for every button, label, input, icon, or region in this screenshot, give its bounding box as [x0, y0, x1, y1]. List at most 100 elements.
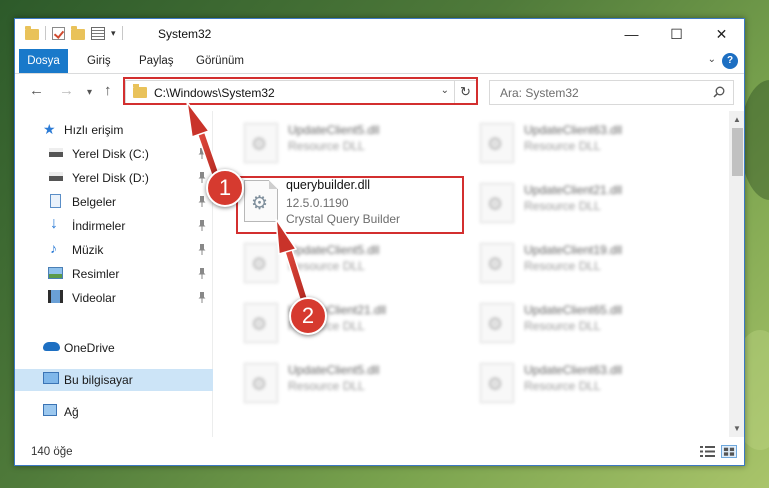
file-name: UpdateClient5.dll: [288, 243, 380, 257]
file-description: Resource DLL: [524, 379, 601, 393]
scroll-down-icon[interactable]: ▼: [733, 424, 741, 433]
address-dropdown-icon[interactable]: ⌄: [441, 85, 449, 96]
arrow-left-icon[interactable]: ←: [29, 83, 44, 99]
minimize-button[interactable]: —: [609, 19, 654, 49]
pin-icon: [198, 268, 206, 279]
file-description: Resource DLL: [288, 379, 365, 393]
customize-toolbar-icon[interactable]: ▾: [111, 28, 116, 39]
search-input[interactable]: Ara: System32: [500, 86, 579, 100]
dll-file-icon: [480, 363, 514, 403]
sidebar-item-label: İndirmeler: [72, 219, 126, 233]
sidebar-item-label: Hızlı erişim: [64, 123, 124, 137]
sidebar-item-this-pc[interactable]: Bu bilgisayar: [15, 369, 213, 391]
expand-ribbon-icon[interactable]: ⌄: [708, 54, 716, 65]
file-name: UpdateClient63.dll: [524, 123, 623, 137]
tab-home[interactable]: Giriş: [77, 49, 121, 73]
sidebar-item-label: Müzik: [72, 243, 104, 257]
sidebar-item-label: OneDrive: [64, 341, 115, 355]
close-button[interactable]: ✕: [699, 19, 744, 49]
sidebar-item-onedrive[interactable]: OneDrive: [15, 337, 213, 359]
item-count: 140 öğe: [31, 446, 73, 458]
scrollbar-thumb[interactable]: [732, 128, 743, 176]
file-name: UpdateClient5.dll: [288, 363, 380, 377]
sidebar-item-local-disk-c[interactable]: Yerel Disk (C:): [15, 143, 213, 165]
list-item[interactable]: UpdateClient19.dll Resource DLL: [480, 241, 710, 293]
sidebar-item-quick-access[interactable]: ★ Hızlı erişim: [15, 119, 213, 141]
vertical-scrollbar[interactable]: ▲ ▼: [729, 111, 744, 437]
file-name: querybuilder.dll: [286, 178, 371, 192]
sidebar-item-label: Yerel Disk (D:): [72, 171, 149, 185]
address-path[interactable]: C:\Windows\System32: [154, 86, 275, 100]
window-controls: — ☐ ✕: [609, 19, 744, 49]
ribbon: Dosya Giriş Paylaş Görünüm ⌄ ?: [15, 49, 744, 74]
file-description: Resource DLL: [524, 199, 601, 213]
address-bar[interactable]: C:\Windows\System32 ⌄ ↻: [125, 80, 477, 105]
properties-icon[interactable]: [91, 26, 105, 40]
highlighted-file-item[interactable]: ⚙ querybuilder.dll 12.5.0.1190 Crystal Q…: [236, 178, 462, 232]
quick-access-toolbar: ▾: [25, 25, 123, 40]
divider: [121, 26, 123, 40]
file-name: UpdateClient63.dll: [524, 363, 623, 377]
step-marker-1: 1: [206, 169, 244, 207]
pin-icon: [198, 292, 206, 303]
video-icon: [48, 290, 63, 303]
pin-icon: [198, 172, 206, 183]
file-name: UpdateClient21.dll: [524, 183, 623, 197]
dll-file-icon: [244, 363, 278, 403]
scroll-up-icon[interactable]: ▲: [733, 115, 741, 124]
search-box[interactable]: Ara: System32: [489, 80, 734, 105]
list-item[interactable]: UpdateClient5.dll Resource DLL: [244, 361, 474, 413]
chevron-down-icon[interactable]: ▾: [87, 85, 92, 101]
list-item[interactable]: UpdateClient63.dll Resource DLL: [480, 121, 710, 173]
pin-icon: [198, 196, 206, 207]
sidebar-item-pictures[interactable]: Resimler: [15, 263, 213, 285]
list-item[interactable]: UpdateClient63.dll Resource DLL: [480, 361, 710, 413]
list-item[interactable]: UpdateClient21.dll Resource DLL: [480, 181, 710, 233]
help-button[interactable]: ?: [722, 53, 738, 69]
step-marker-2: 2: [289, 297, 327, 335]
sidebar-item-videos[interactable]: Videolar: [15, 287, 213, 309]
dll-file-icon: ⚙: [244, 180, 278, 222]
maximize-button[interactable]: ☐: [654, 19, 699, 49]
list-item[interactable]: UpdateClient21.dll Resource DLL: [244, 301, 474, 353]
arrow-up-icon[interactable]: ↑: [104, 83, 112, 99]
computer-icon: [43, 372, 59, 384]
drive-icon: [49, 172, 63, 181]
folder-icon: [133, 84, 147, 98]
arrow-right-icon[interactable]: →: [59, 83, 74, 99]
sidebar-item-downloads[interactable]: ↓ İndirmeler: [15, 215, 213, 237]
properties-check-icon[interactable]: [52, 26, 65, 40]
file-name: UpdateClient65.dll: [524, 303, 623, 317]
pin-icon: [198, 148, 206, 159]
sidebar-item-music[interactable]: ♪ Müzik: [15, 239, 213, 261]
tab-file[interactable]: Dosya: [19, 49, 68, 73]
details-view-icon[interactable]: [700, 445, 716, 458]
tab-view[interactable]: Görünüm: [186, 49, 254, 73]
dll-file-icon: [480, 243, 514, 283]
tiles-view-icon[interactable]: [721, 445, 737, 458]
dll-file-icon: [244, 303, 278, 343]
pin-icon: [198, 244, 206, 255]
file-description: Resource DLL: [288, 259, 365, 273]
dll-file-icon: [480, 123, 514, 163]
dll-file-icon: [480, 303, 514, 343]
file-list: UpdateClient5.dll Resource DLL UpdateCli…: [214, 111, 729, 437]
download-icon: ↓: [50, 215, 58, 232]
sidebar-item-label: Resimler: [72, 267, 120, 281]
documents-icon: [50, 194, 61, 208]
list-item[interactable]: UpdateClient5.dll Resource DLL: [244, 241, 474, 293]
new-folder-icon[interactable]: [71, 25, 85, 40]
search-icon: [713, 86, 725, 98]
file-name: UpdateClient5.dll: [288, 123, 380, 137]
sidebar-item-local-disk-d[interactable]: Yerel Disk (D:): [15, 167, 213, 189]
divider: [45, 26, 46, 40]
list-item[interactable]: UpdateClient5.dll Resource DLL: [244, 121, 474, 173]
sidebar-item-documents[interactable]: Belgeler: [15, 191, 213, 213]
sidebar-item-label: Ağ: [64, 405, 79, 419]
list-item[interactable]: UpdateClient65.dll Resource DLL: [480, 301, 710, 353]
sidebar-item-network[interactable]: Ağ: [15, 401, 213, 423]
sidebar-item-label: Bu bilgisayar: [64, 373, 133, 387]
refresh-button[interactable]: ↻: [454, 81, 476, 104]
tab-share[interactable]: Paylaş: [129, 49, 184, 73]
gear-icon: ⚙: [251, 193, 269, 214]
